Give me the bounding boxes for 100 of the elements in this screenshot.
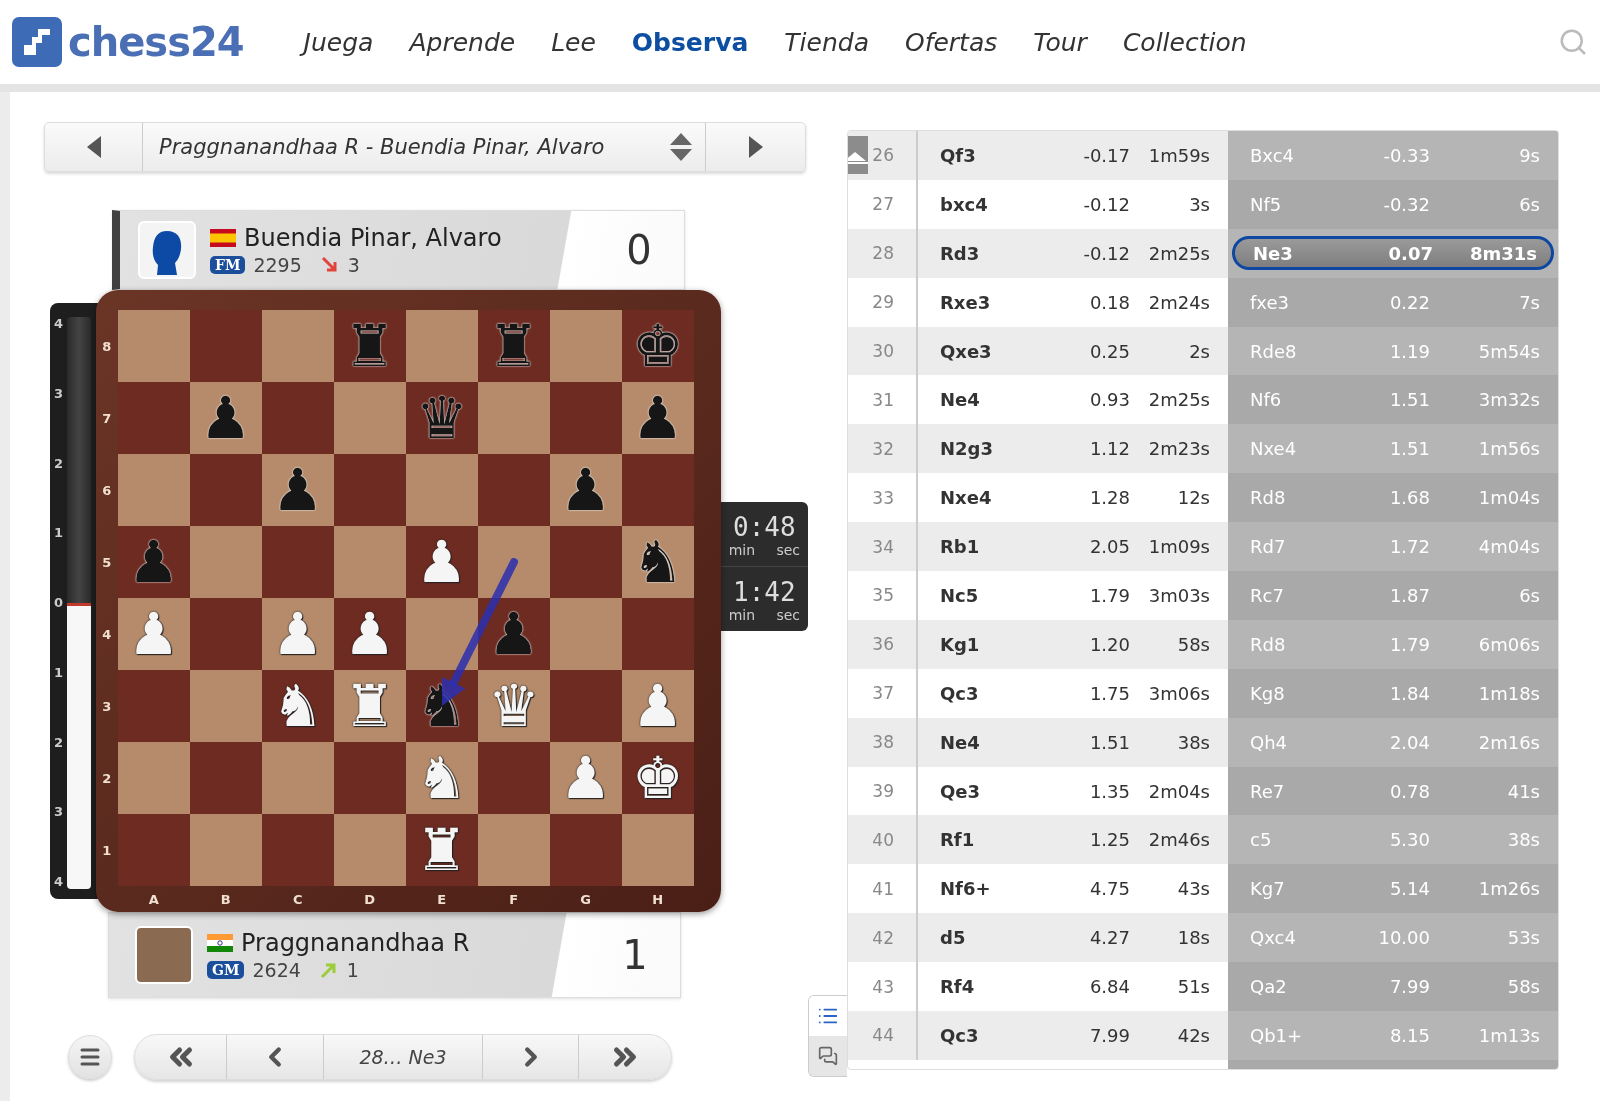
move-cell[interactable]: Qc3 7.99 42s: [918, 1011, 1228, 1060]
chess-piece[interactable]: ♟: [261, 454, 334, 526]
search-icon[interactable]: [1558, 27, 1588, 57]
move-number: 29: [872, 292, 894, 313]
move-number: 30: [872, 341, 894, 361]
nav-link[interactable]: Collection: [1122, 27, 1247, 57]
menu-button[interactable]: [68, 1035, 112, 1079]
move-eval: -0.33: [1382, 144, 1430, 166]
clock-time: 1:42: [733, 576, 796, 607]
move-number: 43: [872, 976, 894, 997]
move-time: 2s: [1188, 340, 1210, 362]
eval-tick-label: 1: [54, 665, 64, 680]
move-eval: 1.72: [1388, 536, 1430, 558]
move-number: 27: [872, 194, 894, 215]
chess-piece[interactable]: ♟: [549, 454, 622, 526]
eval-tick-label: 0: [54, 596, 64, 610]
move-time: 8m31s: [1468, 242, 1537, 264]
file-label: B: [219, 891, 232, 909]
move-eval: 5.14: [1388, 878, 1430, 900]
chess-piece[interactable]: ♚: [621, 742, 694, 814]
eval-tick-label: 2: [54, 456, 64, 471]
move-cell[interactable]: Qxe3 0.25 2s: [918, 326, 1228, 376]
move-eval: 0.78: [1388, 780, 1430, 802]
rank-label: 5: [101, 553, 113, 572]
move-cell[interactable]: Rf1 1.25 2m46s: [918, 815, 1228, 865]
move-time: 2m25s: [1147, 389, 1210, 411]
move-time: 3m06s: [1147, 682, 1210, 704]
move-cell[interactable]: d5 4.27 18s: [918, 913, 1228, 963]
clock-unit: min: [728, 606, 756, 623]
move-eval: 1.84: [1388, 682, 1430, 704]
move-time: 58s: [1176, 633, 1210, 655]
scroll-top-button[interactable]: [848, 136, 869, 175]
move-time: 6s: [1518, 584, 1540, 606]
move-number: 42: [872, 927, 894, 948]
move-eval: 4.27: [1088, 927, 1130, 949]
nav-link[interactable]: Ofertas: [904, 27, 998, 57]
move-cell[interactable]: N2g3 1.12 2m23s: [918, 424, 1228, 474]
player-score: 0: [625, 227, 653, 273]
nav-link[interactable]: Observa: [631, 27, 749, 57]
move-time: 43s: [1176, 878, 1210, 900]
chat-tab[interactable]: [809, 1036, 847, 1076]
player-name: Buendia Pinar, Alvaro: [244, 224, 502, 252]
move-eval: 0.93: [1088, 389, 1130, 411]
move-cell[interactable]: Ne4 1.51 38s: [918, 717, 1228, 767]
move-eval: 2.04: [1388, 731, 1430, 753]
move-time: 12s: [1176, 487, 1210, 509]
rating-change: 1: [346, 959, 359, 981]
move-number: 38: [872, 732, 894, 753]
logo-icon: [12, 17, 62, 67]
move-number: 41: [872, 878, 894, 899]
game-dropdown[interactable]: Praggnanandhaa R - Buendia Pinar, Alvaro: [143, 123, 705, 171]
nav-link[interactable]: Aprende: [409, 27, 516, 57]
move-time: 3m32s: [1477, 389, 1540, 411]
reply-move-cell[interactable]: Ne3 0.07 8m31s: [1232, 236, 1554, 271]
chess-piece[interactable]: ♜: [405, 814, 478, 886]
clock-unit: sec: [776, 541, 800, 558]
move-time: 2m16s: [1477, 731, 1540, 753]
move-number: 33: [872, 487, 894, 508]
move-time: 7s: [1518, 291, 1540, 313]
move-cell[interactable]: Rd3 -0.12 2m25s: [918, 228, 1228, 278]
move-number: 31: [872, 389, 894, 410]
nav-link[interactable]: Tour: [1033, 27, 1087, 57]
move-number: 32: [872, 438, 894, 459]
move-time: 1m09s: [1147, 536, 1210, 558]
chat-icon: [818, 1046, 838, 1066]
move-number: 37: [872, 683, 894, 704]
file-label: D: [363, 891, 377, 909]
move-eval: 1.25: [1088, 829, 1130, 851]
move-time: 6m06s: [1477, 633, 1540, 655]
move-eval: 1.28: [1088, 487, 1130, 509]
chess-piece[interactable]: ♟: [621, 382, 694, 454]
move-eval: 4.75: [1088, 878, 1130, 900]
move-time: 18s: [1176, 927, 1210, 949]
title-badge: GM: [207, 961, 245, 979]
move-time: 1m59s: [1147, 144, 1210, 166]
nav-link[interactable]: Tienda: [784, 27, 869, 57]
chess-piece[interactable]: ♟: [189, 382, 262, 454]
file-label: C: [291, 891, 304, 909]
nav-link[interactable]: Lee: [551, 27, 596, 57]
move-cell[interactable]: Kg1 1.20 58s: [918, 619, 1228, 669]
move-time: 1m04s: [1477, 487, 1540, 509]
move-eval: 1.87: [1388, 584, 1430, 606]
move-eval: 1.12: [1088, 438, 1130, 460]
chess-piece[interactable]: ♟: [405, 526, 478, 598]
move-cell[interactable]: Qf3 -0.17 1m59s: [918, 131, 1228, 180]
move-time: 51s: [1176, 976, 1210, 998]
title-badge: FM: [210, 256, 246, 274]
move-eval: -0.17: [1082, 144, 1130, 166]
move-eval: 1.75: [1088, 682, 1130, 704]
chess-piece[interactable]: ♟: [333, 598, 406, 670]
rank-label: 8: [101, 337, 113, 356]
chess-piece[interactable]: ♞: [261, 670, 334, 742]
move-cell[interactable]: Rb1 2.05 1m09s: [918, 522, 1228, 571]
logo-text: chess24: [68, 19, 244, 65]
chess-piece[interactable]: ♞: [621, 526, 694, 598]
move-time: 3s: [1188, 193, 1210, 215]
move-number: 28: [872, 243, 894, 264]
move-eval: 0.07: [1387, 242, 1433, 264]
file-label: H: [651, 891, 665, 909]
right-triangle-icon: [748, 136, 763, 158]
